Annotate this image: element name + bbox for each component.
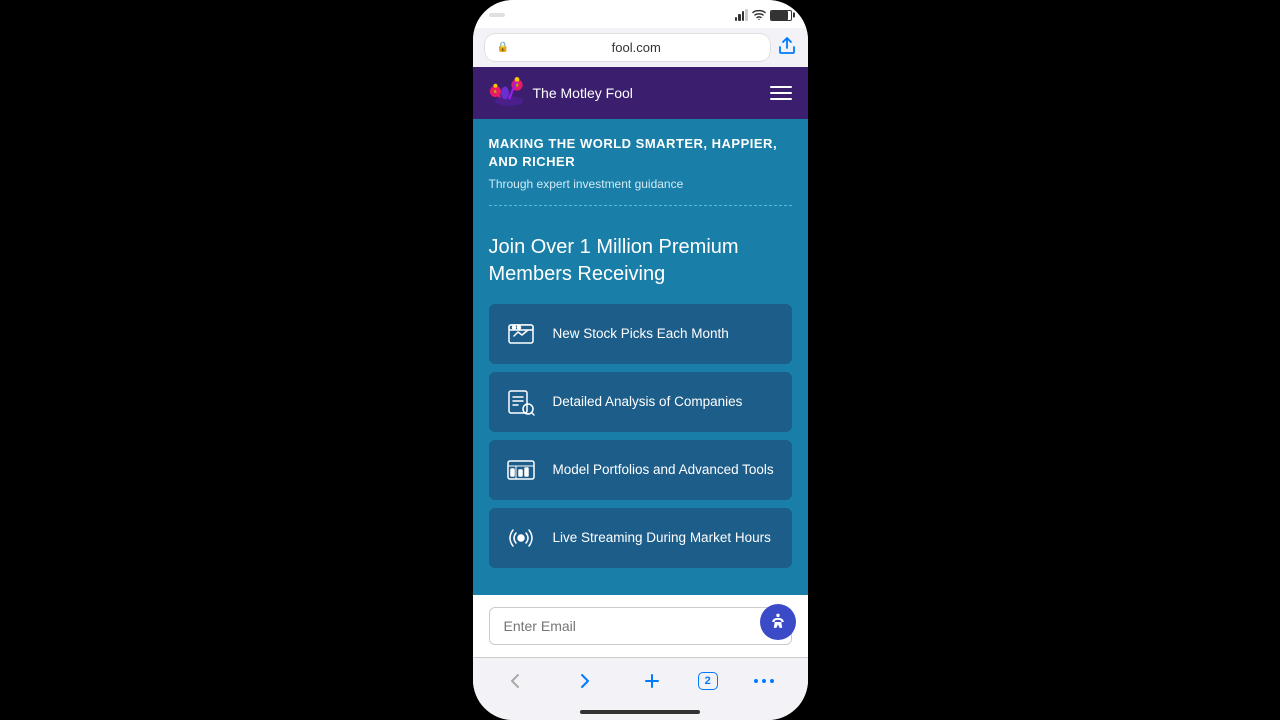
- jester-hat-icon: [489, 77, 529, 109]
- more-button[interactable]: [742, 666, 786, 696]
- accessibility-icon: [768, 612, 788, 632]
- feature-card-stock-picks[interactable]: New Stock Picks Each Month: [489, 304, 792, 364]
- navbar: The Motley Fool: [473, 67, 808, 119]
- analysis-icon: [503, 384, 539, 420]
- feature-label-analysis: Detailed Analysis of Companies: [553, 393, 743, 411]
- lock-icon: 🔒: [497, 42, 509, 53]
- main-content: The Motley Fool MAKING THE WORLD SMARTER…: [473, 67, 808, 657]
- status-bar: [473, 0, 808, 28]
- join-section: Join Over 1 Million Premium Members Rece…: [473, 234, 808, 595]
- hamburger-menu[interactable]: [770, 86, 792, 100]
- signal-bars-icon: [735, 9, 748, 21]
- new-tab-button[interactable]: [630, 666, 674, 696]
- feature-card-analysis[interactable]: Detailed Analysis of Companies: [489, 372, 792, 432]
- home-indicator: [473, 710, 808, 720]
- url-text: fool.com: [515, 40, 758, 55]
- logo-area: The Motley Fool: [489, 77, 633, 109]
- feature-card-portfolio[interactable]: Model Portfolios and Advanced Tools: [489, 440, 792, 500]
- join-title: Join Over 1 Million Premium Members Rece…: [489, 234, 792, 288]
- email-section: [473, 595, 808, 657]
- back-button[interactable]: [494, 666, 538, 696]
- logo-text: The Motley Fool: [533, 85, 633, 102]
- phone-frame: 🔒 fool.com: [473, 0, 808, 720]
- url-bar-container: 🔒 fool.com: [473, 28, 808, 67]
- home-bar: [580, 710, 700, 714]
- tab-count[interactable]: 2: [698, 672, 718, 690]
- feature-label-stock-picks: New Stock Picks Each Month: [553, 325, 729, 343]
- feature-label-streaming: Live Streaming During Market Hours: [553, 529, 771, 547]
- divider: [489, 205, 792, 206]
- share-icon[interactable]: [778, 35, 796, 60]
- browser-bar: 2: [473, 657, 808, 710]
- url-bar[interactable]: 🔒 fool.com: [485, 34, 770, 61]
- battery-icon: [770, 10, 792, 21]
- feature-card-streaming[interactable]: Live Streaming During Market Hours: [489, 508, 792, 568]
- accessibility-button[interactable]: [760, 604, 796, 640]
- forward-button[interactable]: [562, 666, 606, 696]
- wifi-icon: [752, 8, 766, 23]
- portfolio-icon: [503, 452, 539, 488]
- hero-subtext: Through expert investment guidance: [489, 177, 792, 191]
- streaming-icon: [503, 520, 539, 556]
- hero-headline: MAKING THE WORLD SMARTER, HAPPIER, AND R…: [489, 135, 792, 171]
- stock-picks-icon: [503, 316, 539, 352]
- feature-label-portfolio: Model Portfolios and Advanced Tools: [553, 461, 774, 479]
- status-icons: [735, 8, 792, 23]
- status-time: [489, 13, 505, 17]
- email-input[interactable]: [489, 607, 792, 645]
- hero-section: MAKING THE WORLD SMARTER, HAPPIER, AND R…: [473, 119, 808, 234]
